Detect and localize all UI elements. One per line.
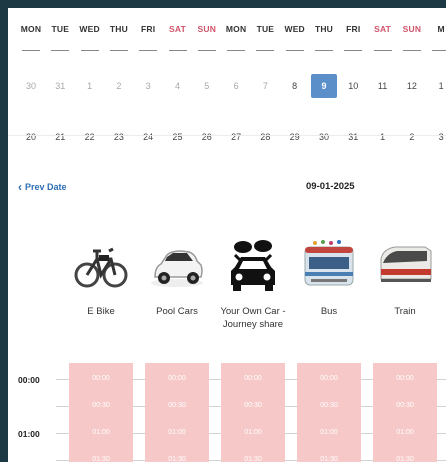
chevron-left-icon: ‹ <box>18 180 22 194</box>
day-name: SAT <box>169 24 186 34</box>
day-underline <box>432 50 446 51</box>
day-underline <box>285 50 304 51</box>
car-icon <box>149 237 205 293</box>
day-name: THU <box>109 24 128 34</box>
day-name: FRI <box>346 24 361 34</box>
calendar-date[interactable]: 21 <box>47 132 73 142</box>
calendar-strip: MON TUE WED THU FRI SAT SUN MON TUE WED THU FRI SAT S… <box>18 16 446 142</box>
mode-label: Your Own Car - Journey share <box>220 306 286 330</box>
journey-share-icon <box>225 237 281 293</box>
travel-planner-panel: MON TUE WED THU FRI SAT SUN MON TUE WED THU FRI SAT S… <box>8 8 446 462</box>
day-underline <box>256 50 275 51</box>
time-slot[interactable]: 01:00 <box>145 429 209 436</box>
time-slot[interactable]: 01:00 <box>69 429 133 436</box>
train-icon <box>377 237 433 293</box>
mode-timetable-column: 00:00 00:30 01:00 01:30 <box>373 363 437 462</box>
day-name: MON <box>20 24 42 34</box>
day-underline <box>227 50 246 51</box>
calendar-date[interactable]: 23 <box>106 132 132 142</box>
calendar-date[interactable]: 28 <box>252 132 278 142</box>
time-slot[interactable]: 01:30 <box>69 456 133 462</box>
day-underline <box>109 50 128 51</box>
calendar-date[interactable]: 26 <box>194 132 220 142</box>
time-slot[interactable]: 00:30 <box>221 402 285 409</box>
day-underline <box>197 50 216 51</box>
mode-timetable-column: 00:00 00:30 01:00 01:30 <box>221 363 285 462</box>
time-slot[interactable]: 00:30 <box>145 402 209 409</box>
day-name: WED <box>284 24 305 34</box>
section-divider <box>8 135 446 136</box>
time-slot[interactable]: 00:00 <box>221 375 285 382</box>
calendar-date[interactable]: 24 <box>135 132 161 142</box>
calendar-date[interactable]: 25 <box>165 132 191 142</box>
mode-ebike[interactable]: E Bike <box>66 237 136 318</box>
calendar-date[interactable]: 31 <box>340 132 366 142</box>
mode-timetable-column: 00:00 00:30 01:00 01:30 <box>145 363 209 462</box>
day-underline <box>51 50 70 51</box>
day-name: SAT <box>374 24 392 34</box>
calendar-date[interactable]: 27 <box>223 132 249 142</box>
day-name: SUN <box>197 24 217 34</box>
time-slot[interactable]: 00:30 <box>373 402 437 409</box>
calendar-date[interactable]: 1 <box>370 132 396 142</box>
bus-icon <box>301 237 357 293</box>
mode-bus[interactable]: Bus <box>294 237 364 318</box>
day-name: M <box>437 24 445 34</box>
day-name: THU <box>314 24 334 34</box>
mode-label: Bus <box>320 306 338 317</box>
hour-label: 01:00 <box>18 429 40 439</box>
current-date: 09-01-2025 <box>306 181 355 192</box>
calendar-date[interactable]: 22 <box>77 132 103 142</box>
time-slot[interactable]: 00:00 <box>297 375 361 382</box>
day-name: FRI <box>141 24 156 34</box>
day-name: TUE <box>51 24 70 34</box>
calendar-date[interactable]: 2 <box>399 132 425 142</box>
day-name: SUN <box>402 24 422 34</box>
mode-pool-cars[interactable]: Pool Cars <box>142 237 212 318</box>
day-name: TUE <box>256 24 275 34</box>
time-slot[interactable]: 01:00 <box>373 429 437 436</box>
prev-date-label: Prev Date <box>25 182 67 192</box>
prev-date-button[interactable]: ‹ Prev Date <box>18 180 67 194</box>
time-slot[interactable]: 01:30 <box>297 456 361 462</box>
time-slot[interactable]: 00:00 <box>145 375 209 382</box>
day-underline <box>22 50 40 51</box>
day-underline <box>168 50 187 51</box>
week-row-1: 30 31 1 2 3 4 5 6 7 8 9 10 11 12 1 <box>18 62 446 98</box>
calendar-date[interactable]: 30 <box>311 132 337 142</box>
time-slot[interactable]: 00:00 <box>373 375 437 382</box>
mode-timetable-column: 00:00 00:30 01:00 01:30 <box>69 363 133 462</box>
mode-label: Pool Cars <box>156 306 198 317</box>
day-underline <box>373 50 392 51</box>
week-row-2: 20 21 22 23 24 25 26 27 28 29 30 31 1 2 3 <box>18 88 446 142</box>
time-slot[interactable]: 01:30 <box>373 456 437 462</box>
ebike-icon <box>73 237 129 293</box>
mode-journey-share[interactable]: Your Own Car - Journey share <box>218 237 288 331</box>
day-name: WED <box>79 24 100 34</box>
time-slot[interactable]: 00:30 <box>297 402 361 409</box>
calendar-date[interactable]: 20 <box>18 132 44 142</box>
time-slot[interactable]: 00:30 <box>69 402 133 409</box>
mode-timetable-column: 00:00 00:30 01:00 01:30 <box>297 363 361 462</box>
calendar-date[interactable]: 3 <box>428 132 446 142</box>
time-slot[interactable]: 01:30 <box>221 456 285 462</box>
day-underline <box>80 50 99 51</box>
time-slot[interactable]: 01:30 <box>145 456 209 462</box>
day-underline <box>344 50 363 51</box>
time-slot[interactable]: 00:00 <box>69 375 133 382</box>
day-names-row: MON TUE WED THU FRI SAT SUN MON TUE WED THU FRI SAT S… <box>18 16 446 51</box>
time-slot[interactable]: 01:00 <box>221 429 285 436</box>
mode-label: Train <box>394 306 416 317</box>
calendar-date[interactable]: 29 <box>282 132 308 142</box>
mode-train[interactable]: Train <box>370 237 440 318</box>
hour-label: 00:00 <box>18 375 40 385</box>
time-slot[interactable]: 01:00 <box>297 429 361 436</box>
mode-label: E Bike <box>87 306 115 317</box>
day-name: MON <box>225 24 247 34</box>
day-underline <box>402 50 421 51</box>
day-underline <box>315 50 333 51</box>
day-underline <box>139 50 158 51</box>
